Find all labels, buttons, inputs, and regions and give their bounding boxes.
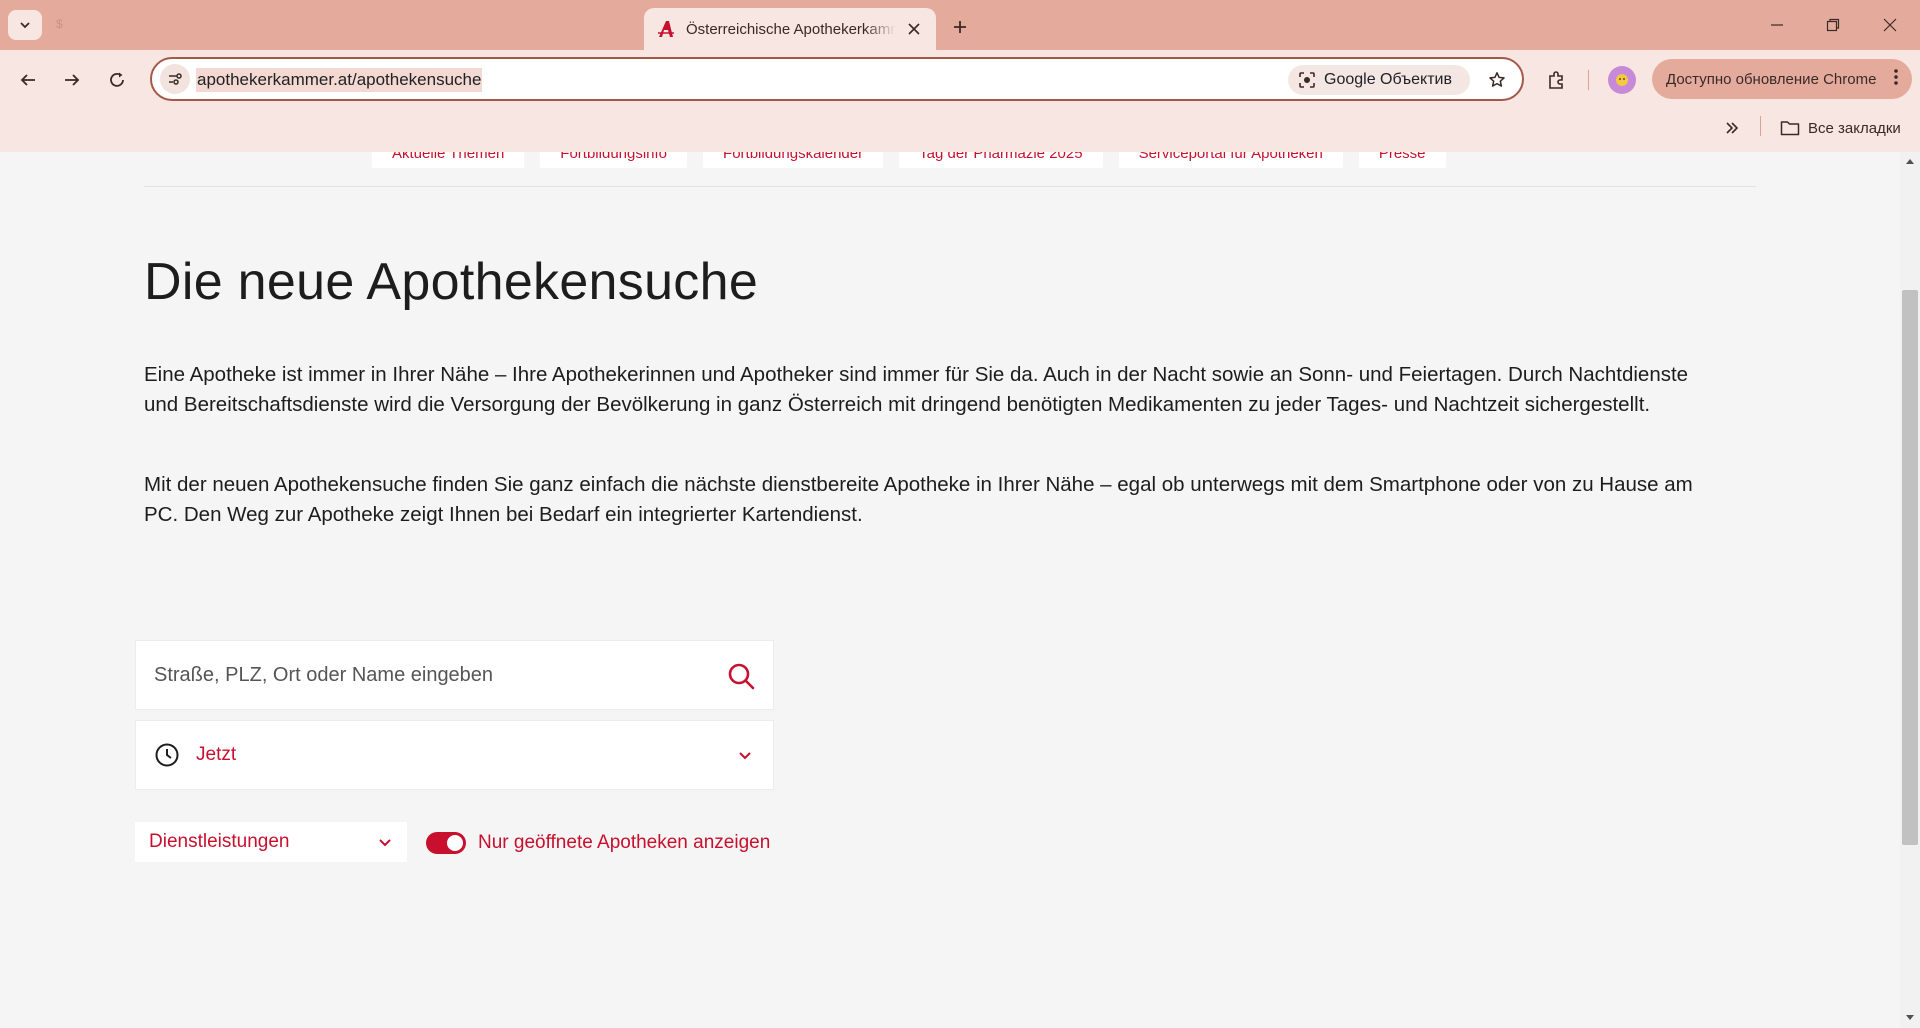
pharmacy-search-box: [135, 640, 774, 710]
services-dropdown[interactable]: Dienstleistungen: [135, 822, 407, 862]
tab-title: Österreichische Apothekerkammer: [686, 20, 896, 38]
close-window-icon[interactable]: [1870, 8, 1910, 42]
url-text[interactable]: apothekerkammer.at/apothekensuche: [196, 68, 483, 92]
google-lens-button[interactable]: Google Объектив: [1288, 65, 1470, 95]
nav-item-presse[interactable]: Presse: [1358, 152, 1446, 168]
intro-paragraph-2: Mit der neuen Apothekensuche finden Sie …: [144, 473, 1693, 526]
restore-icon[interactable]: [1813, 8, 1853, 42]
back-icon[interactable]: [10, 62, 46, 98]
time-filter-dropdown[interactable]: Jetzt: [135, 720, 774, 790]
active-tab[interactable]: Österreichische Apothekerkammer: [644, 8, 936, 50]
minimize-icon[interactable]: [1757, 8, 1797, 42]
scroll-up-icon[interactable]: [1904, 155, 1916, 167]
scrollbar-thumb[interactable]: [1902, 290, 1918, 845]
services-label: Dienstleistungen: [149, 831, 290, 852]
lens-label: Google Объектив: [1324, 71, 1452, 88]
profile-avatar[interactable]: [1608, 66, 1636, 94]
open-only-toggle[interactable]: [426, 832, 466, 854]
page-content: Aktuelle Themen Fortbildungsinfo Fortbil…: [0, 152, 1900, 1028]
search-icon[interactable]: [726, 661, 756, 691]
extensions-icon[interactable]: [1538, 62, 1574, 98]
site-info-icon[interactable]: [160, 64, 190, 94]
open-only-toggle-row: Nur geöffnete Apotheken anzeigen: [426, 827, 770, 859]
nav-item-fortbildungskalender[interactable]: Fortbildungskalender: [703, 152, 884, 168]
nav-item-tag-der-pharmazie[interactable]: Tag der Pharmazie 2025: [899, 152, 1103, 168]
address-bar[interactable]: apothekerkammer.at/apothekensuche Google…: [150, 57, 1524, 101]
nav-divider: [144, 186, 1756, 187]
tab-search-button[interactable]: [8, 10, 42, 40]
reload-icon[interactable]: [99, 62, 135, 98]
nav-item-aktuelle-themen[interactable]: Aktuelle Themen: [372, 152, 525, 168]
folder-icon: [1780, 121, 1800, 136]
forward-icon[interactable]: [54, 62, 90, 98]
time-filter-value: Jetzt: [196, 744, 237, 765]
page-title: Die neue Apothekensuche: [144, 253, 759, 311]
star-icon[interactable]: [1482, 65, 1512, 95]
lens-icon: [1299, 72, 1315, 88]
plus-icon[interactable]: [946, 13, 974, 41]
chevron-down-icon: [735, 745, 755, 765]
tab-ghost-icon: $: [56, 17, 63, 31]
bookmarks-divider: [1760, 116, 1761, 136]
pharmacy-a-icon: [656, 19, 676, 39]
all-bookmarks-button[interactable]: Все закладки: [1780, 114, 1901, 142]
chevron-down-icon: [377, 834, 393, 850]
browser-chrome: $ Österreichische Apothekerkammer apothe…: [0, 0, 1920, 152]
all-bookmarks-label: Все закладки: [1808, 119, 1901, 137]
nav-item-fortbildungsinfo[interactable]: Fortbildungsinfo: [540, 152, 688, 168]
chrome-update-button[interactable]: Доступно обновление Chrome: [1652, 59, 1912, 99]
toolbar-divider: [1588, 70, 1589, 90]
chevron-double-right-icon[interactable]: [1718, 114, 1746, 142]
clock-icon: [155, 743, 179, 767]
scroll-down-icon[interactable]: [1904, 1012, 1916, 1024]
pharmacy-search-input[interactable]: [154, 641, 714, 709]
close-icon[interactable]: [904, 19, 924, 39]
top-navigation: Aktuelle Themen Fortbildungsinfo Fortbil…: [372, 152, 1446, 168]
open-only-label[interactable]: Nur geöffnete Apotheken anzeigen: [478, 832, 770, 854]
more-vert-icon[interactable]: [1894, 69, 1898, 89]
chevron-down-icon: [20, 22, 30, 29]
intro-paragraph-1: Eine Apotheke ist immer in Ihrer Nähe – …: [144, 363, 1689, 416]
update-label: Доступно обновление Chrome: [1666, 70, 1877, 88]
nav-item-serviceportal[interactable]: Serviceportal für Apotheken: [1118, 152, 1343, 168]
